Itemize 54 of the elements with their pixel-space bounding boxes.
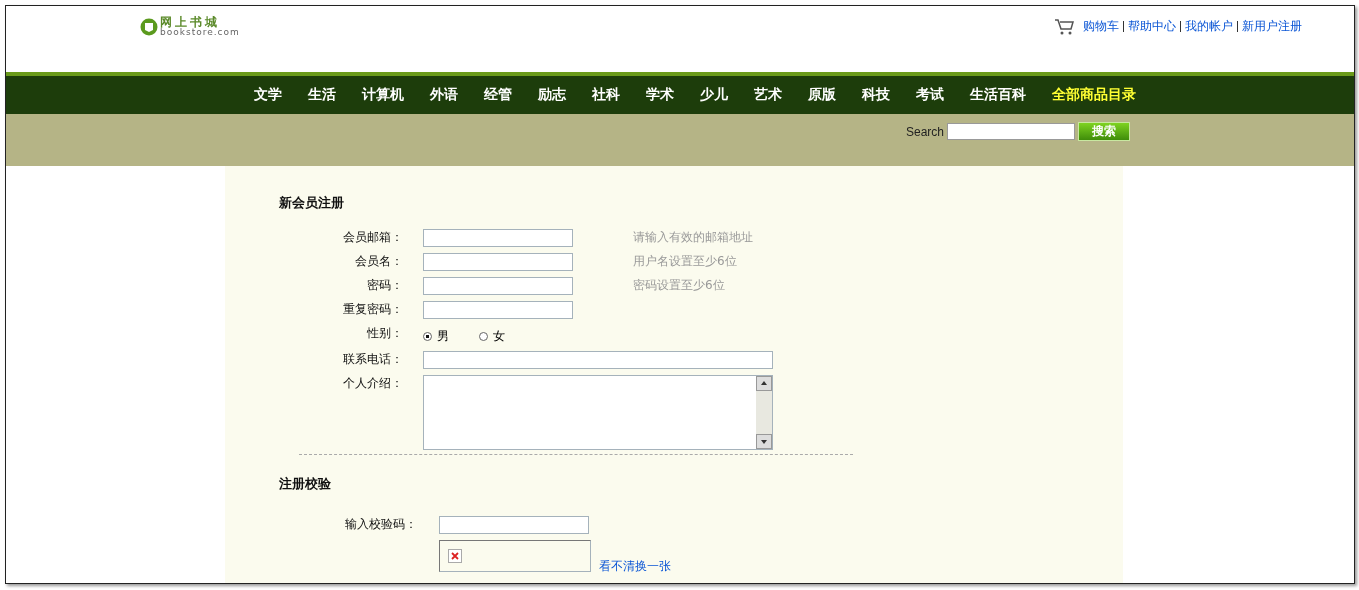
nav-link[interactable]: 经管	[471, 86, 525, 104]
hint-text: 用户名设置至少6位	[633, 253, 737, 270]
field-label: 重复密码：	[342, 301, 403, 318]
radio-option[interactable]: 女	[479, 328, 505, 345]
header-link[interactable]: 帮助中心	[1128, 18, 1176, 35]
field-label: 密码：	[366, 277, 403, 294]
nav-link[interactable]: 计算机	[349, 86, 417, 104]
book-icon	[140, 17, 158, 36]
nav-link[interactable]: 励志	[525, 86, 579, 104]
input-field[interactable]	[423, 301, 573, 319]
search-field[interactable]	[947, 123, 1076, 140]
section-title: 新会员注册	[279, 194, 345, 212]
nav-link[interactable]: 原版	[795, 86, 849, 104]
input-field[interactable]	[423, 277, 573, 295]
radio-button[interactable]	[423, 332, 432, 341]
field-label: 个人介绍：	[342, 375, 403, 392]
header-link[interactable]: 我的帐户	[1185, 18, 1233, 35]
field-label: 会员名：	[354, 253, 403, 270]
broken-image-icon	[448, 549, 462, 563]
nav-link[interactable]: 文学	[241, 86, 295, 104]
logo-subtitle: bookstore.com	[160, 28, 240, 37]
field-label: 性别：	[366, 325, 403, 342]
scroll-bar[interactable]	[756, 376, 772, 449]
nav-link[interactable]: 学术	[633, 86, 687, 104]
input-field[interactable]	[423, 229, 573, 247]
section-title: 注册校验	[279, 475, 332, 493]
field-label: 输入校验码：	[344, 516, 417, 533]
header-link[interactable]: 新用户注册	[1242, 18, 1302, 35]
input-field[interactable]	[423, 351, 773, 369]
nav-link[interactable]: 生活	[295, 86, 349, 104]
nav-link[interactable]: 考试	[903, 86, 957, 104]
scroll-up-icon[interactable]	[756, 376, 772, 391]
nav-link[interactable]: 生活百科	[957, 86, 1039, 104]
cart-icon	[1055, 18, 1075, 35]
hint-text: 密码设置至少6位	[633, 277, 725, 294]
nav-link[interactable]: 科技	[849, 86, 903, 104]
input-field[interactable]	[439, 516, 589, 534]
search-label: Search	[906, 125, 945, 139]
input-field[interactable]	[423, 253, 573, 271]
field-label: 会员邮箱：	[342, 229, 403, 246]
radio-button[interactable]	[479, 332, 488, 341]
hint-text: 请输入有效的邮箱地址	[633, 229, 753, 246]
scroll-down-icon[interactable]	[756, 434, 772, 449]
refresh-link[interactable]: 看不清换一张	[599, 558, 671, 575]
logo-title: 网上书城	[160, 16, 220, 28]
field-label: 联系电话：	[342, 351, 403, 368]
nav-link[interactable]: 社科	[579, 86, 633, 104]
nav-link[interactable]: 少儿	[687, 86, 741, 104]
radio-option[interactable]: 男	[423, 328, 449, 345]
logo[interactable]: 网上书城 bookstore.com	[140, 16, 240, 37]
nav-link[interactable]: 全部商品目录	[1039, 86, 1149, 104]
nav-link[interactable]: 艺术	[741, 86, 795, 104]
header-link[interactable]: 购物车	[1083, 18, 1119, 35]
nav-link[interactable]: 外语	[417, 86, 471, 104]
